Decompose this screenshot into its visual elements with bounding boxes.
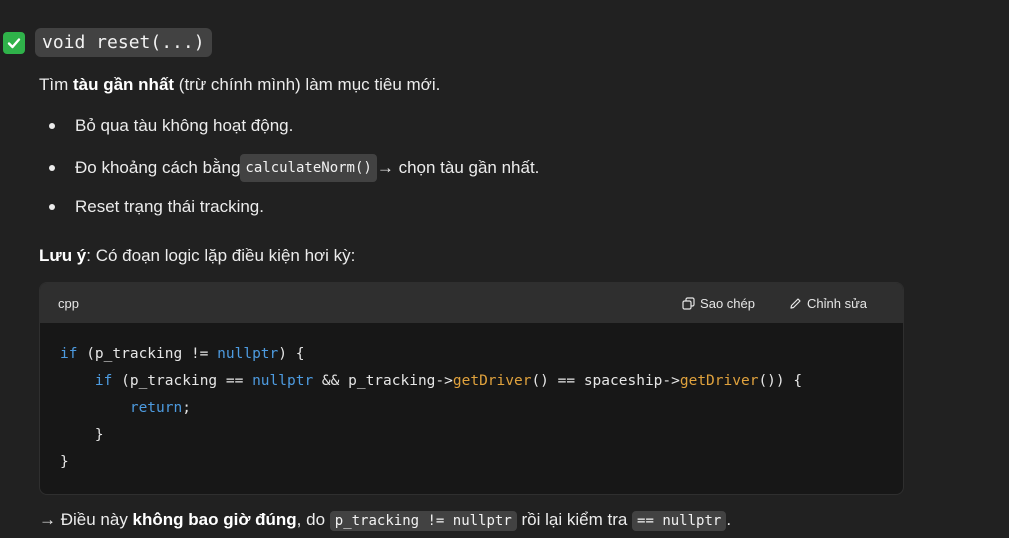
- code-line: return;: [129, 400, 191, 416]
- edit-label: Chỉnh sửa: [806, 295, 867, 311]
- bullet-dot: [49, 123, 55, 129]
- intro-bold: tàu gần nhất: [73, 75, 175, 94]
- conclusion-suffix: .: [726, 510, 732, 529]
- code-line: if (p_tracking != nullptr) {: [60, 346, 305, 362]
- inline-code: calculateNorm(): [240, 154, 377, 182]
- list-item-text: Reset trạng thái tracking.: [75, 197, 264, 216]
- list-item-text: → chọn tàu gần nhất.: [376, 158, 540, 177]
- code-line: if (p_tracking == nullptr && p_tracking-…: [94, 373, 803, 389]
- list-item: Bỏ qua tàu không hoạt động.: [49, 114, 293, 138]
- note-text: : Có đoạn logic lặp điều kiện hơi kỳ:: [86, 246, 356, 265]
- note-paragraph: Lưu ý: Có đoạn logic lặp điều kiện hơi k…: [39, 244, 355, 268]
- heading: void reset(...): [3, 28, 212, 57]
- conclusion-text: rồi lại kiểm tra: [516, 510, 633, 529]
- conclusion-text: , do: [296, 510, 330, 529]
- check-box-icon: [3, 31, 25, 54]
- list-item-text: Bỏ qua tàu không hoạt động.: [75, 116, 294, 135]
- copy-button[interactable]: Sao chép: [682, 296, 755, 311]
- bullet-dot: [49, 204, 55, 210]
- code-block-header: cpp Sao chép Chỉnh sửa: [40, 283, 903, 323]
- code-line: }: [60, 427, 104, 443]
- code-language-label: cpp: [58, 295, 79, 311]
- intro-paragraph: Tìm tàu gần nhất (trừ chính mình) làm mụ…: [39, 73, 440, 97]
- conclusion-paragraph: → Điều này không bao giờ đúng, do p_trac…: [39, 508, 731, 533]
- heading-code: void reset(...): [35, 28, 212, 57]
- copy-icon: [682, 296, 695, 310]
- bullet-dot: [49, 165, 55, 171]
- copy-label: Sao chép: [700, 295, 755, 311]
- edit-button[interactable]: Chỉnh sửa: [789, 296, 867, 311]
- code-block: cpp Sao chép Chỉnh sửa if (p_tracking !=…: [39, 282, 904, 495]
- list-item-text: Đo khoảng cách bằng: [75, 158, 241, 177]
- note-bold: Lưu ý: [39, 246, 87, 265]
- intro-suffix: (trừ chính mình) làm mục tiêu mới.: [174, 75, 441, 94]
- inline-code: p_tracking != nullptr: [329, 511, 517, 531]
- code-content: if (p_tracking != nullptr) { if (p_track…: [40, 323, 903, 494]
- conclusion-bold: không bao giờ đúng: [132, 510, 297, 529]
- pencil-icon: [790, 297, 801, 309]
- inline-code: == nullptr: [632, 511, 727, 531]
- code-line: }: [60, 454, 69, 470]
- list-item: Reset trạng thái tracking.: [49, 195, 264, 219]
- conclusion-prefix: → Điều này: [39, 510, 133, 529]
- list-item: Đo khoảng cách bằng calculateNorm() → ch…: [49, 154, 539, 182]
- intro-prefix: Tìm: [39, 75, 73, 94]
